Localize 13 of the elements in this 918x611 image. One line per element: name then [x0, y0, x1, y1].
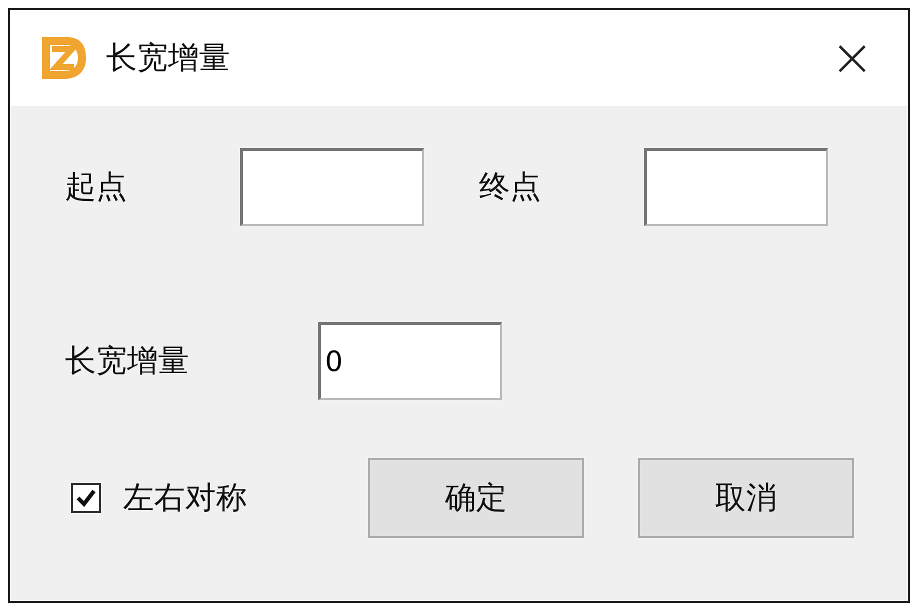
checkbox-label: 左右对称 [123, 479, 247, 518]
checkmark-icon [75, 487, 97, 509]
field-label: 长宽增量 [65, 342, 190, 381]
ok-button[interactable]: 确定 [368, 458, 584, 538]
field-label: 终点 [479, 168, 542, 207]
checkbox[interactable] [71, 483, 101, 513]
window-title: 长宽增量 [106, 39, 231, 78]
input-field[interactable] [644, 148, 828, 226]
input-field[interactable]: 0 [318, 322, 502, 400]
cancel-button[interactable]: 取消 [638, 458, 854, 538]
field-label: 起点 [65, 168, 128, 207]
close-button[interactable]: × [824, 32, 880, 84]
input-field[interactable] [240, 148, 424, 226]
